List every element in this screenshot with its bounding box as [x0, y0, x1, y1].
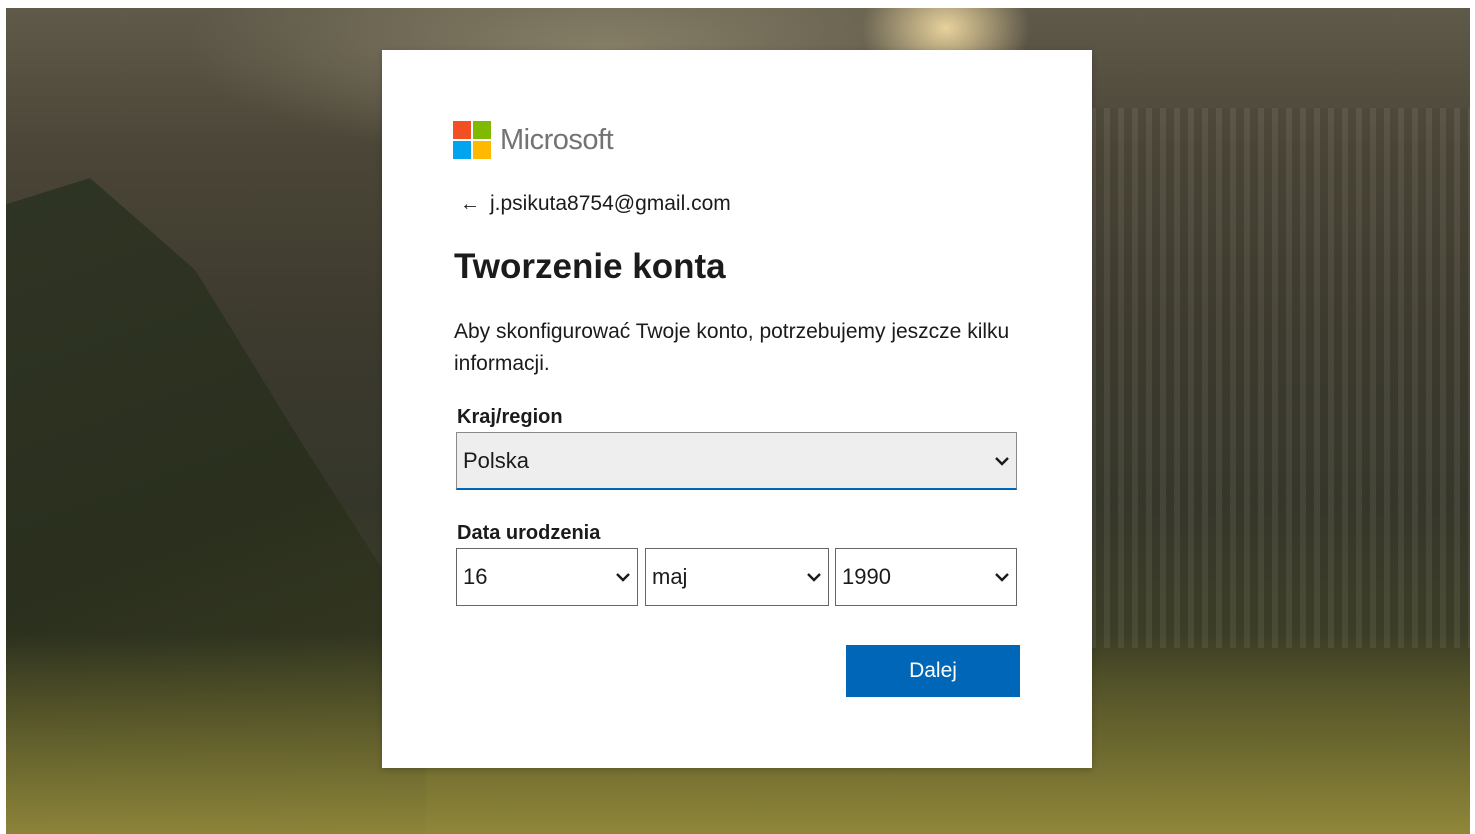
identity-email: j.psikuta8754@gmail.com — [490, 192, 731, 215]
birth-month-select[interactable]: maj — [645, 548, 829, 606]
birth-year-value: 1990 — [842, 564, 891, 589]
chevron-down-icon — [616, 573, 630, 582]
chevron-down-icon — [807, 573, 821, 582]
birth-month-value: maj — [652, 564, 688, 589]
microsoft-logo: Microsoft — [453, 121, 614, 159]
back-identity-link[interactable]: ← j.psikuta8754@gmail.com — [460, 192, 731, 216]
signup-card: Microsoft ← j.psikuta8754@gmail.com Twor… — [382, 50, 1092, 768]
chevron-down-icon — [995, 456, 1009, 466]
birthdate-label: Data urodzenia — [457, 522, 601, 544]
chevron-down-icon — [995, 573, 1009, 582]
back-arrow-icon[interactable]: ← — [460, 194, 480, 214]
microsoft-logo-icon — [453, 121, 491, 159]
country-select-value: Polska — [463, 447, 530, 473]
birth-day-select[interactable]: 16 — [456, 548, 638, 606]
country-label: Kraj/region — [457, 406, 563, 428]
background-city — [1090, 108, 1470, 648]
birth-day-value: 16 — [463, 564, 488, 589]
country-select[interactable]: Polska — [456, 432, 1017, 490]
next-button[interactable]: Dalej — [846, 645, 1020, 697]
page-description: Aby skonfigurować Twoje konto, potrzebuj… — [454, 320, 1010, 375]
page-title: Tworzenie konta — [454, 247, 726, 286]
microsoft-logo-text: Microsoft — [500, 123, 614, 156]
birth-year-select[interactable]: 1990 — [835, 548, 1017, 606]
